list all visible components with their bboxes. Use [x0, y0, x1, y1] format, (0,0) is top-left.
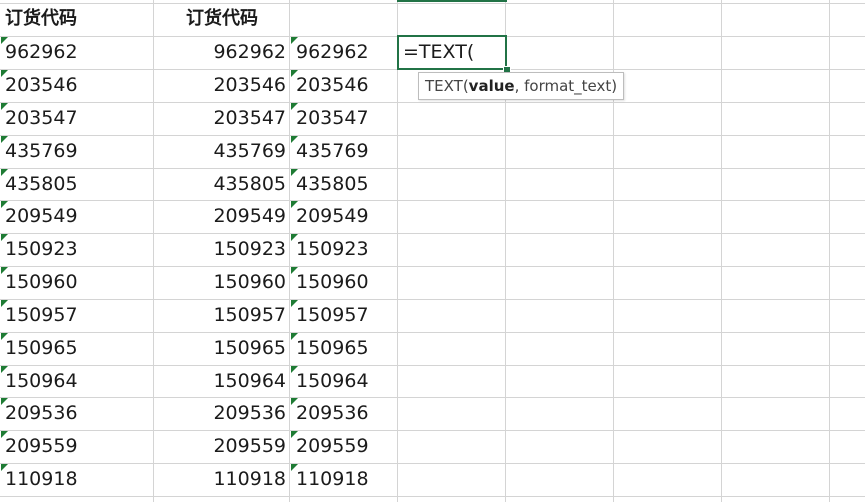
- cell-col-c[interactable]: 203547: [289, 102, 397, 134]
- cell-col-a[interactable]: 209536: [0, 397, 153, 429]
- cell-col-b[interactable]: 962962: [153, 36, 290, 68]
- cell-col-b[interactable]: 150957: [153, 299, 290, 331]
- cell-col-a[interactable]: 203547: [0, 102, 153, 134]
- cell-col-a[interactable]: 110918: [0, 463, 153, 495]
- cell-col-c[interactable]: 209559: [289, 430, 397, 462]
- function-tooltip[interactable]: TEXT(value, format_text): [418, 72, 625, 100]
- cell-col-a[interactable]: 435769: [0, 135, 153, 167]
- cell-col-c[interactable]: 209536: [289, 397, 397, 429]
- cell-col-a[interactable]: 150964: [0, 365, 153, 397]
- cell-col-a[interactable]: 203546: [0, 69, 153, 101]
- tooltip-function-name: TEXT(: [425, 77, 469, 95]
- column-gridline: [397, 0, 398, 502]
- cell-col-c[interactable]: 110918: [289, 463, 397, 495]
- header-cell-b[interactable]: 订货代码: [181, 3, 301, 35]
- cell-col-c[interactable]: 435769: [289, 135, 397, 167]
- cell-col-b[interactable]: 209549: [153, 200, 290, 232]
- column-gridline: [829, 0, 830, 502]
- cell-col-a[interactable]: 962962: [0, 36, 153, 68]
- cell-col-c[interactable]: 209549: [289, 200, 397, 232]
- cell-col-b[interactable]: 435805: [153, 168, 290, 200]
- cell-col-c[interactable]: 150923: [289, 233, 397, 265]
- cell-col-a[interactable]: 435805: [0, 168, 153, 200]
- cell-col-c[interactable]: 962962: [289, 36, 397, 68]
- cell-col-a[interactable]: 150965: [0, 332, 153, 364]
- cell-col-b[interactable]: 435769: [153, 135, 290, 167]
- cell-col-c[interactable]: 150964: [289, 365, 397, 397]
- active-cell-formula[interactable]: =TEXT(: [397, 35, 507, 70]
- cell-col-a[interactable]: 209549: [0, 200, 153, 232]
- cell-col-b[interactable]: 150965: [153, 332, 290, 364]
- cell-col-b[interactable]: 150960: [153, 266, 290, 298]
- row-gridline: [0, 496, 865, 497]
- cell-col-b[interactable]: 209536: [153, 397, 290, 429]
- cell-col-c[interactable]: 150960: [289, 266, 397, 298]
- cell-col-a[interactable]: 150923: [0, 233, 153, 265]
- cell-col-a[interactable]: 150960: [0, 266, 153, 298]
- cell-col-a[interactable]: 150957: [0, 299, 153, 331]
- cell-col-c[interactable]: 435805: [289, 168, 397, 200]
- cell-col-c[interactable]: 150957: [289, 299, 397, 331]
- cell-col-c[interactable]: 203546: [289, 69, 397, 101]
- spreadsheet-grid[interactable]: 订货代码 订货代码 =TEXT( TEXT(value, format_text…: [0, 0, 865, 502]
- cell-col-b[interactable]: 203547: [153, 102, 290, 134]
- cell-col-b[interactable]: 209559: [153, 430, 290, 462]
- header-cell-a[interactable]: 订货代码: [0, 3, 153, 35]
- cell-col-a[interactable]: 209559: [0, 430, 153, 462]
- cell-col-c[interactable]: 150965: [289, 332, 397, 364]
- tooltip-arg-value[interactable]: value: [469, 77, 515, 95]
- cell-col-b[interactable]: 110918: [153, 463, 290, 495]
- column-gridline: [721, 0, 722, 502]
- cell-col-b[interactable]: 150964: [153, 365, 290, 397]
- tooltip-arg-rest: , format_text): [514, 77, 618, 95]
- active-column-accent: [397, 0, 507, 2]
- cell-col-b[interactable]: 150923: [153, 233, 290, 265]
- cell-col-b[interactable]: 203546: [153, 69, 290, 101]
